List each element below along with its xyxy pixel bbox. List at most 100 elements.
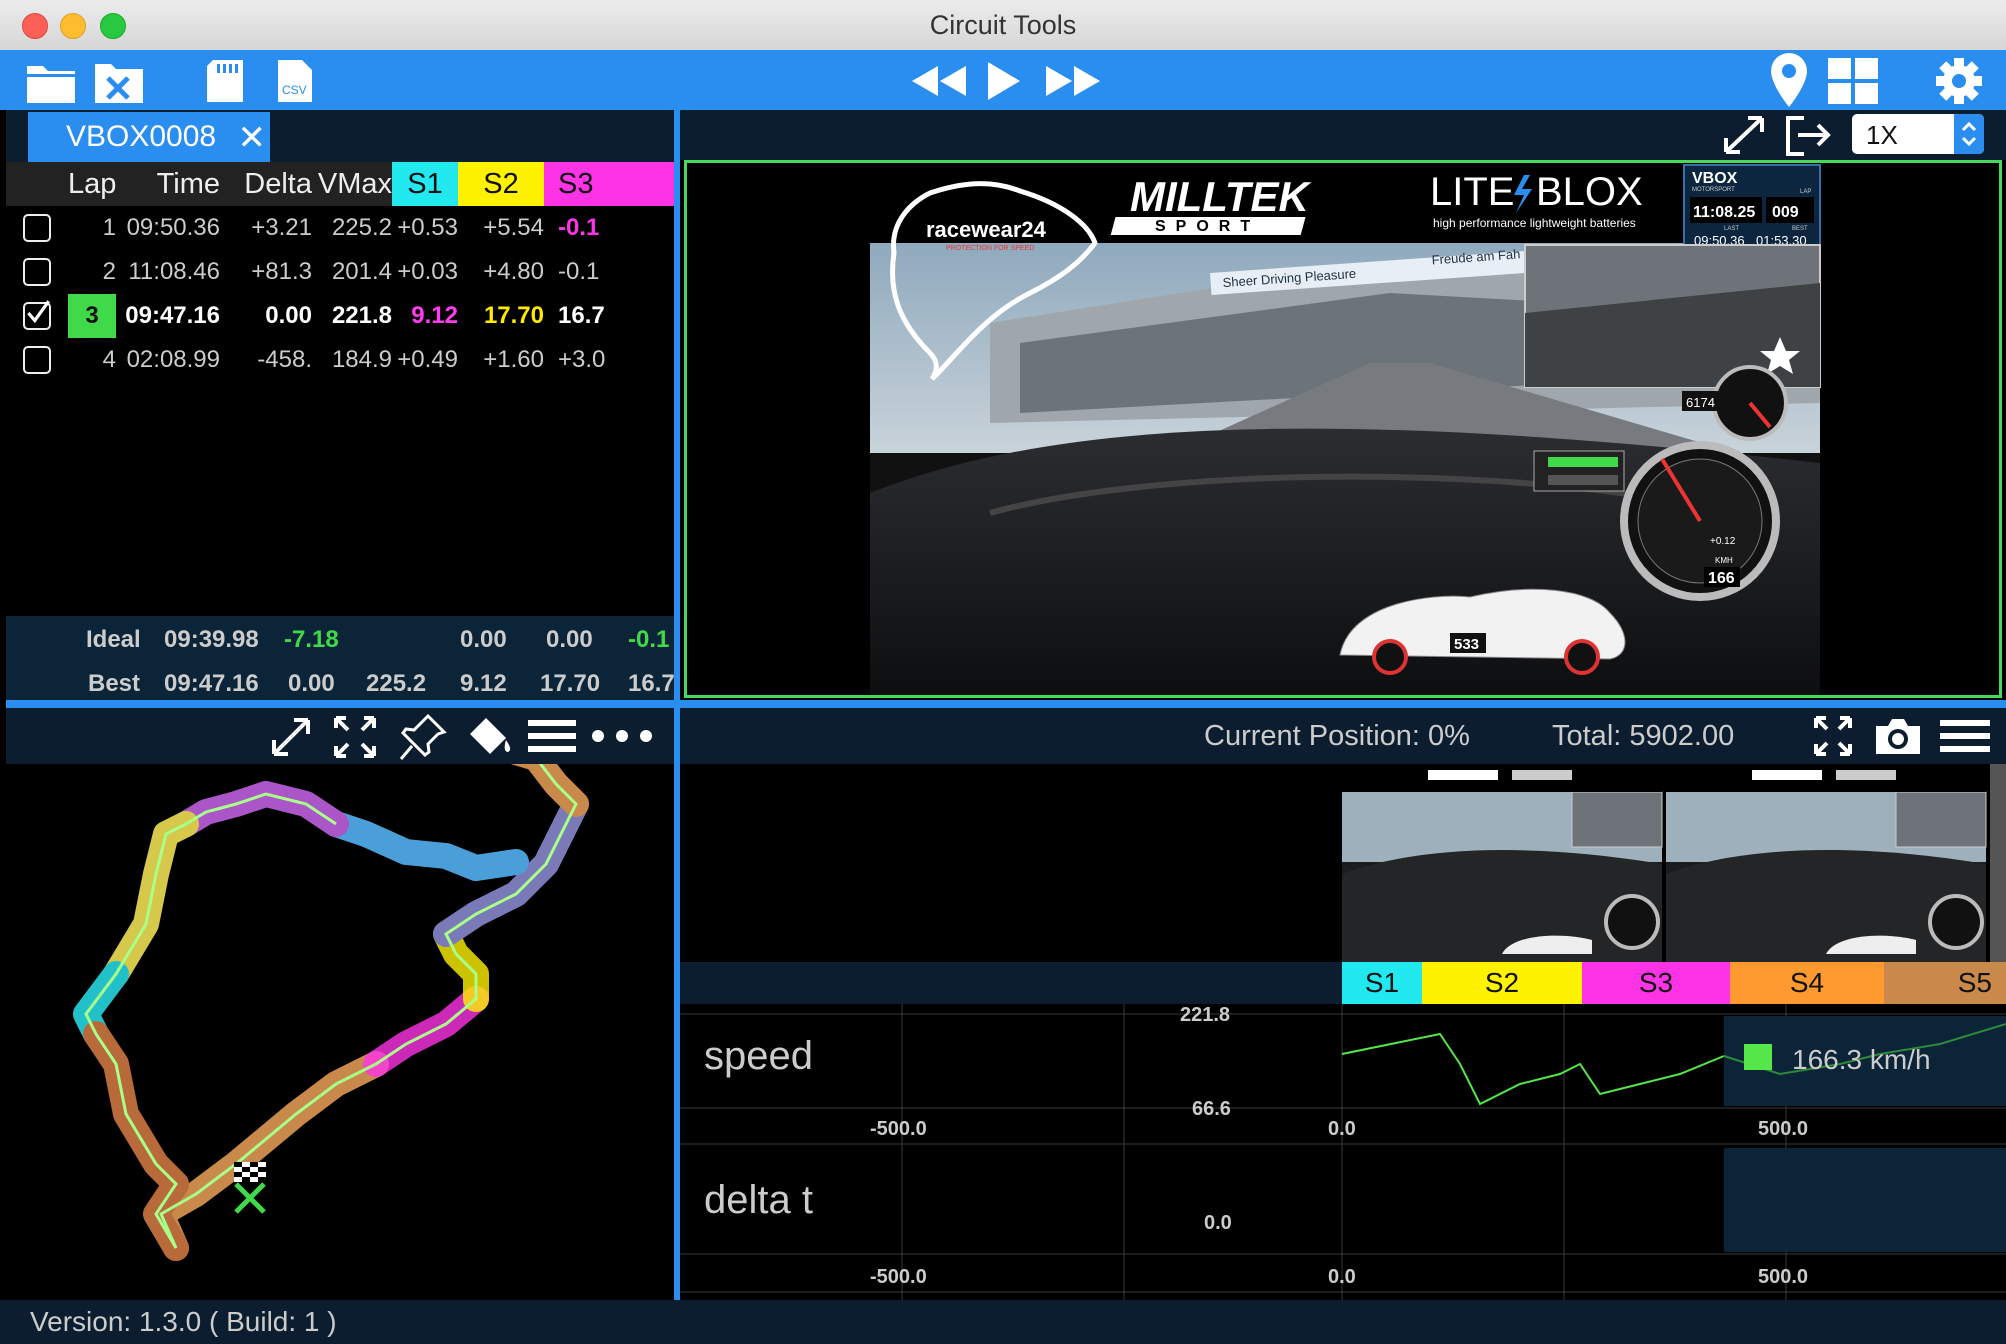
sector-s5[interactable]: S5 <box>1884 962 2006 1004</box>
close-file-icon[interactable] <box>92 56 146 106</box>
expand-video-icon[interactable] <box>1720 112 1768 158</box>
speed-readout: 166.3 km/h <box>1792 1044 1931 1075</box>
brand2-tagline: high performance lightweight batteries <box>1433 216 1636 230</box>
lap-number: 3 <box>68 294 116 338</box>
ideal-delta: -7.18 <box>284 626 339 653</box>
lap-checkbox[interactable] <box>6 206 68 250</box>
lap-vmax: 221.8 <box>331 302 392 329</box>
map-pin-icon[interactable] <box>1766 51 1812 109</box>
lap-checkbox[interactable] <box>6 338 68 382</box>
session-tab-label: VBOX0008 <box>66 120 217 153</box>
header-delta[interactable]: Delta <box>220 162 312 206</box>
horizontal-splitter[interactable] <box>6 700 2006 708</box>
header-s3[interactable]: S3 <box>544 162 628 206</box>
graph-area[interactable]: S1 S2 S3 S4 S5 speed 221.8 66.6 -500.0 0… <box>680 764 2006 1300</box>
folder-open-icon[interactable] <box>24 56 78 106</box>
vbox-current-time: 11:08.25 <box>1693 204 1755 221</box>
lap-extra <box>628 294 674 338</box>
expand-icon[interactable] <box>268 714 314 760</box>
best-row: Best 09:47.16 0.00 225.2 9.12 17.70 16.7 <box>6 660 675 704</box>
fit-graph-icon[interactable] <box>1812 714 1854 758</box>
lap-table: Lap Time Delta VMax S1 S2 S3 1 09:50.36 … <box>6 162 674 382</box>
settings-gear-icon[interactable] <box>1932 56 1986 106</box>
header-lap[interactable]: Lap <box>68 162 116 206</box>
lap-vmax: 184.9 <box>331 346 392 373</box>
best-vmax: 225.2 <box>366 670 427 697</box>
sector-s3[interactable]: S3 <box>1582 962 1730 1004</box>
fast-forward-icon[interactable] <box>1044 56 1104 106</box>
delta-channel-label: delta t <box>704 1178 813 1222</box>
version-text: Version: 1.3.0 ( Build: 1 ) <box>30 1306 337 1337</box>
lap-checkbox[interactable] <box>6 294 68 338</box>
track-map[interactable] <box>6 739 674 1300</box>
lap-checkbox[interactable] <box>6 250 68 294</box>
track-map-canvas <box>73 739 589 1261</box>
more-icon[interactable] <box>590 722 654 750</box>
sponsor-tag-text: PROTECTION FOR SPEED <box>946 245 1034 252</box>
ideal-s2: 0.00 <box>546 626 593 653</box>
sd-card-icon[interactable] <box>205 56 251 106</box>
lap-time: 11:08.46 <box>128 258 220 285</box>
lap-number: 2 <box>102 258 116 285</box>
speed-channel-label: speed <box>704 1034 813 1078</box>
checkmark-icon <box>23 300 51 331</box>
lap-time: 09:50.36 <box>126 214 220 241</box>
sector-bar: S1 S2 S3 S4 S5 <box>680 962 2006 1004</box>
x-axis-zero-delta: 0.0 <box>1328 1266 1356 1288</box>
speed-min-value: 66.6 <box>1192 1098 1231 1120</box>
sector-s4-label: S4 <box>1789 967 1825 998</box>
lap-extra <box>628 206 674 250</box>
list-icon[interactable] <box>528 716 576 756</box>
speed-max-value: 221.8 <box>1180 1004 1231 1026</box>
lap-extra <box>628 338 674 382</box>
sector-s1[interactable]: S1 <box>1342 962 1422 1004</box>
table-row[interactable]: 4 02:08.99 -458. 184.9 +0.49 +1.60 +3.0 <box>6 338 674 382</box>
paint-bucket-icon[interactable] <box>462 712 514 762</box>
best-s1: 9.12 <box>460 670 507 697</box>
lap-time: 09:47.16 <box>125 302 220 329</box>
lap-s1: +0.49 <box>397 346 458 373</box>
car-number-text: 533 <box>1454 636 1479 653</box>
gauge-speed-value: 166 <box>1708 570 1735 587</box>
sector-s2-label: S2 <box>1484 967 1520 998</box>
session-tab-strip: VBOX0008 ✕ <box>6 110 674 162</box>
header-vmax[interactable]: VMax <box>312 162 392 206</box>
lap-vmax: 225.2 <box>331 214 392 241</box>
chevron-updown-icon <box>1954 114 1984 154</box>
vbox-lap-number: 009 <box>1772 204 1799 221</box>
play-icon[interactable] <box>980 56 1026 106</box>
csv-file-icon[interactable]: CSV <box>272 56 318 106</box>
graph-menu-icon[interactable] <box>1940 716 1990 756</box>
session-tab[interactable]: VBOX0008 ✕ <box>28 112 270 162</box>
playback-speed-select[interactable]: 1X <box>1852 114 1984 154</box>
finish-flag-icon <box>234 1162 266 1182</box>
best-time: 09:47.16 <box>164 670 259 697</box>
layout-grid-icon[interactable] <box>1826 56 1880 106</box>
table-row[interactable]: 3 09:47.16 0.00 221.8 9.12 17.70 16.7 <box>6 294 674 338</box>
current-position-marker <box>234 1182 266 1214</box>
fit-icon[interactable] <box>332 714 378 760</box>
sector-s3-label: S3 <box>1638 967 1674 998</box>
lap-s3: 16.7 <box>558 302 605 329</box>
brand-sub-text: SPORT <box>1155 218 1260 235</box>
header-time[interactable]: Time <box>116 162 220 206</box>
header-s2[interactable]: S2 <box>458 162 544 206</box>
table-row[interactable]: 2 11:08.46 +81.3 201.4 +0.03 +4.80 -0.1 <box>6 250 674 294</box>
video-header: 1X <box>680 110 2006 160</box>
detach-video-icon[interactable] <box>1782 112 1834 158</box>
sector-s4[interactable]: S4 <box>1730 962 1884 1004</box>
sector-s2[interactable]: S2 <box>1422 962 1582 1004</box>
current-position-text: Current Position: 0% <box>1204 720 1470 752</box>
vbox-logo-sub: MOTORSPORT <box>1692 187 1735 193</box>
video-frame: Sheer Driving Pleasure Freude am Fah rac… <box>687 163 1999 695</box>
table-row[interactable]: 1 09:50.36 +3.21 225.2 +0.53 +5.54 -0.1 <box>6 206 674 250</box>
pin-icon[interactable] <box>398 712 448 762</box>
close-tab-icon[interactable]: ✕ <box>238 118 267 158</box>
lap-extra <box>628 250 674 294</box>
video-player[interactable]: Sheer Driving Pleasure Freude am Fah rac… <box>684 160 2002 698</box>
header-s1[interactable]: S1 <box>392 162 458 206</box>
camera-icon[interactable] <box>1872 714 1924 758</box>
svg-text:CSV: CSV <box>282 83 307 97</box>
rewind-icon[interactable] <box>908 56 968 106</box>
video-thumbnail-strip[interactable] <box>1342 764 2006 962</box>
